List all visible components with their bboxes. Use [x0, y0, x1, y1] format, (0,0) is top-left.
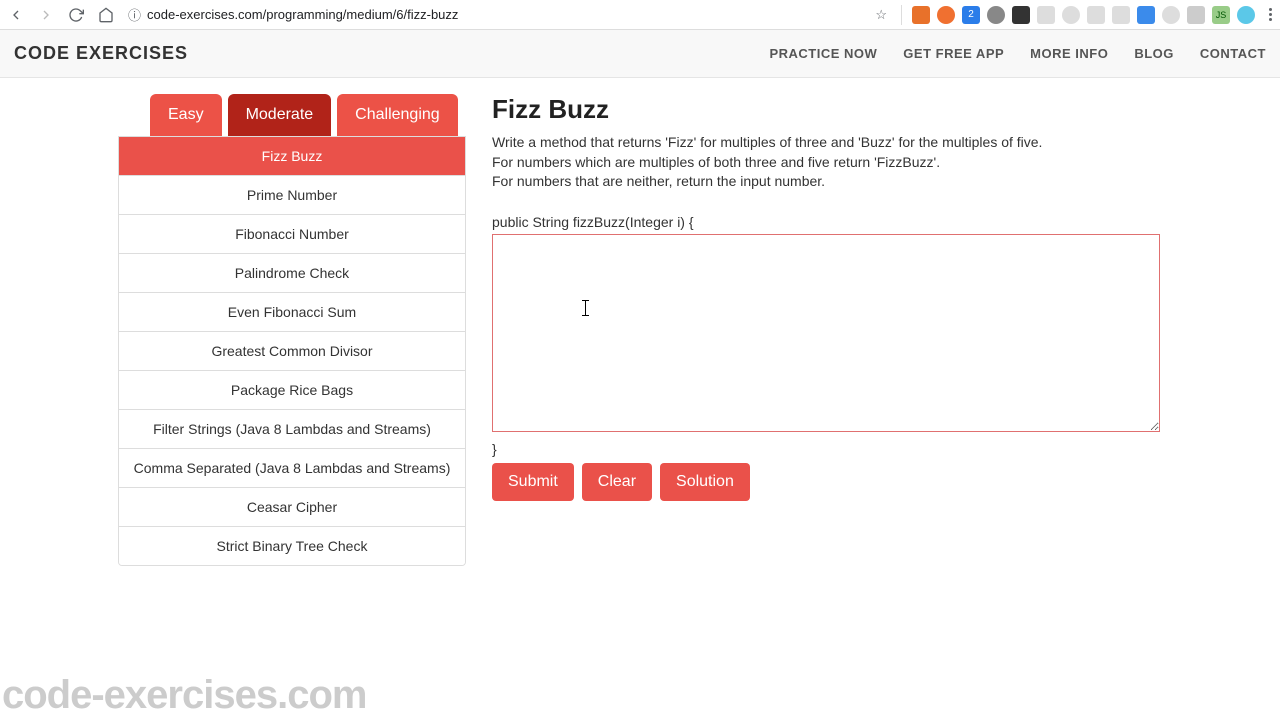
info-icon: ⓘ	[128, 5, 141, 24]
problem-title: Fizz Buzz	[492, 94, 1172, 125]
method-closing: }	[492, 441, 1172, 457]
tab-challenging[interactable]: Challenging	[337, 94, 458, 136]
reload-icon[interactable]	[68, 7, 84, 23]
ext-icon-2[interactable]	[937, 6, 955, 24]
desc-line: For numbers that are neither, return the…	[492, 172, 1172, 192]
list-item[interactable]: Strict Binary Tree Check	[119, 527, 465, 565]
address-bar[interactable]: ⓘ code-exercises.com/programming/medium/…	[124, 5, 891, 24]
clear-button[interactable]: Clear	[582, 463, 652, 501]
tab-moderate[interactable]: Moderate	[228, 94, 332, 136]
list-item[interactable]: Filter Strings (Java 8 Lambdas and Strea…	[119, 410, 465, 449]
site-header: CODE EXERCISES PRACTICE NOW GET FREE APP…	[0, 30, 1280, 78]
ext-icon-7[interactable]	[1062, 6, 1080, 24]
nav-get-free-app[interactable]: GET FREE APP	[903, 46, 1004, 61]
url-text: code-exercises.com/programming/medium/6/…	[147, 7, 458, 22]
back-icon[interactable]	[8, 7, 24, 23]
extensions-area: 2 JS	[912, 6, 1255, 24]
ext-icon-1[interactable]	[912, 6, 930, 24]
ext-icon-5[interactable]	[1012, 6, 1030, 24]
forward-icon[interactable]	[38, 7, 54, 23]
list-item[interactable]: Greatest Common Divisor	[119, 332, 465, 371]
ext-icon-6[interactable]	[1037, 6, 1055, 24]
nav-contact[interactable]: CONTACT	[1200, 46, 1266, 61]
ext-icon-12[interactable]	[1187, 6, 1205, 24]
difficulty-tabs: Easy Moderate Challenging	[118, 94, 466, 136]
nav-more-info[interactable]: MORE INFO	[1030, 46, 1108, 61]
list-item[interactable]: Ceasar Cipher	[119, 488, 465, 527]
sidebar: Easy Moderate Challenging Fizz Buzz Prim…	[118, 94, 466, 566]
ext-icon-14[interactable]	[1237, 6, 1255, 24]
ext-icon-11[interactable]	[1162, 6, 1180, 24]
ext-icon-4[interactable]	[987, 6, 1005, 24]
watermark: code-exercises.com	[2, 673, 366, 718]
ext-icon-13[interactable]: JS	[1212, 6, 1230, 24]
list-item[interactable]: Palindrome Check	[119, 254, 465, 293]
code-input[interactable]	[492, 234, 1160, 432]
ext-icon-3[interactable]: 2	[962, 6, 980, 24]
bookmark-star-icon[interactable]: ☆	[875, 7, 887, 23]
list-item[interactable]: Package Rice Bags	[119, 371, 465, 410]
desc-line: For numbers which are multiples of both …	[492, 153, 1172, 173]
browser-toolbar: ⓘ code-exercises.com/programming/medium/…	[0, 0, 1280, 30]
main-content: Fizz Buzz Write a method that returns 'F…	[492, 94, 1172, 501]
list-item[interactable]: Fibonacci Number	[119, 215, 465, 254]
ext-icon-8[interactable]	[1087, 6, 1105, 24]
nav-blog[interactable]: BLOG	[1134, 46, 1174, 61]
action-buttons: Submit Clear Solution	[492, 463, 1172, 501]
main-nav: PRACTICE NOW GET FREE APP MORE INFO BLOG…	[769, 46, 1266, 61]
list-item[interactable]: Fizz Buzz	[119, 137, 465, 176]
problem-description: Write a method that returns 'Fizz' for m…	[492, 133, 1172, 192]
site-logo[interactable]: CODE EXERCISES	[14, 43, 188, 64]
method-signature: public String fizzBuzz(Integer i) {	[492, 214, 1172, 230]
nav-practice-now[interactable]: PRACTICE NOW	[769, 46, 877, 61]
home-icon[interactable]	[98, 7, 114, 23]
desc-line: Write a method that returns 'Fizz' for m…	[492, 133, 1172, 153]
kebab-menu-icon[interactable]	[1269, 8, 1272, 21]
ext-icon-9[interactable]	[1112, 6, 1130, 24]
solution-button[interactable]: Solution	[660, 463, 750, 501]
list-item[interactable]: Prime Number	[119, 176, 465, 215]
exercise-list: Fizz Buzz Prime Number Fibonacci Number …	[118, 136, 466, 566]
list-item[interactable]: Comma Separated (Java 8 Lambdas and Stre…	[119, 449, 465, 488]
tab-easy[interactable]: Easy	[150, 94, 222, 136]
submit-button[interactable]: Submit	[492, 463, 574, 501]
list-item[interactable]: Even Fibonacci Sum	[119, 293, 465, 332]
ext-icon-10[interactable]	[1137, 6, 1155, 24]
divider	[901, 5, 902, 25]
